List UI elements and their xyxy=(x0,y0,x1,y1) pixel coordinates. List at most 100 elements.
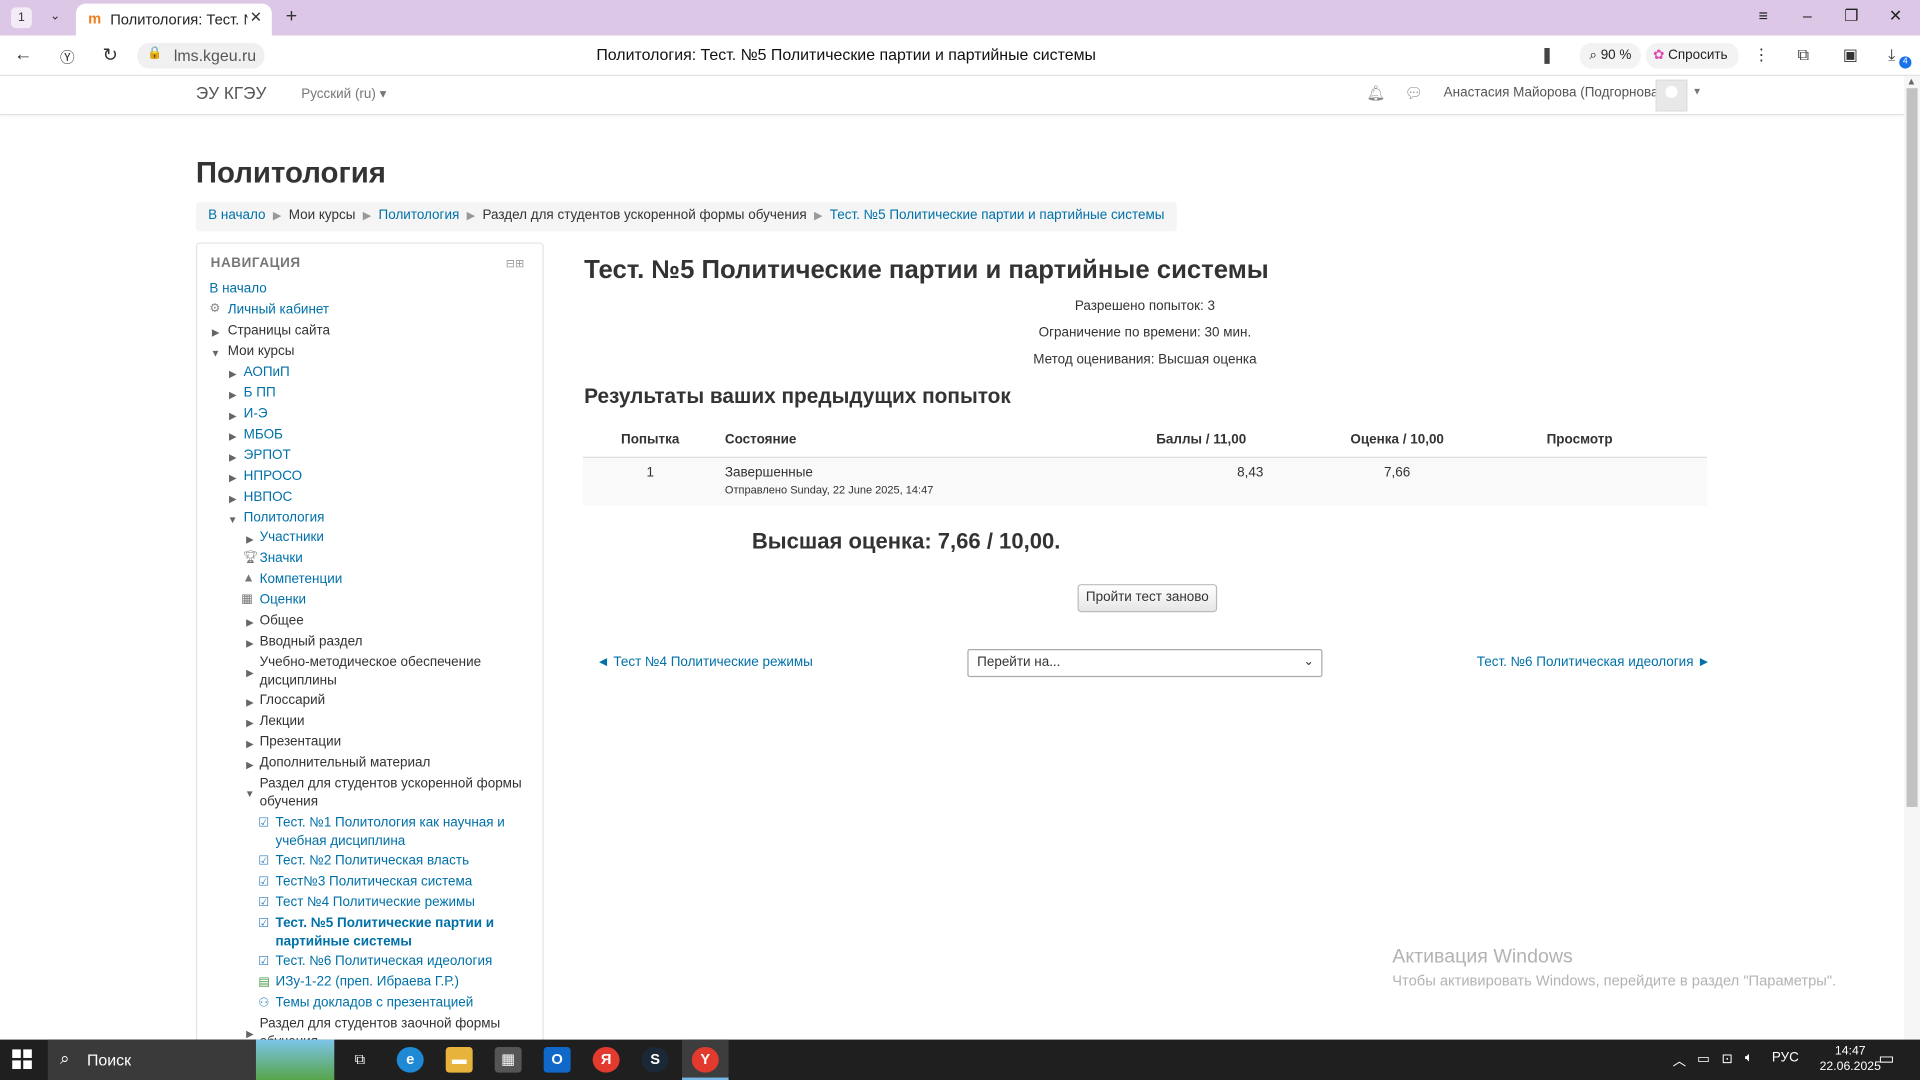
nav-extra-material[interactable]: Дополнительный материал xyxy=(260,754,431,772)
yandex-logo-icon[interactable]: Ⓨ xyxy=(55,47,79,68)
collapsed-arrow-icon[interactable]: ▶ xyxy=(246,759,254,770)
zoom-indicator[interactable]: ⌕ 90 % xyxy=(1579,42,1641,69)
breadcrumb-quiz[interactable]: Тест. №5 Политические партии и партийные… xyxy=(830,208,1165,223)
site-brand[interactable]: ЭУ КГЭУ xyxy=(196,83,266,103)
previous-activity-link[interactable]: ◄ Тест №4 Политические режимы xyxy=(596,655,813,670)
collapsed-arrow-icon[interactable]: ▶ xyxy=(229,493,237,504)
task-view-icon[interactable]: ⧉ xyxy=(347,1047,374,1073)
tab-list-chevron-icon[interactable]: ⌄ xyxy=(44,6,66,28)
nav-home[interactable]: В начало xyxy=(209,280,266,298)
nav-grades[interactable]: Оценки xyxy=(260,591,306,609)
tray-expand-icon[interactable]: ︿ xyxy=(1673,1051,1686,1071)
nav-participants[interactable]: Участники xyxy=(260,529,324,547)
breadcrumb-home[interactable]: В начало xyxy=(208,208,265,223)
more-vertical-icon[interactable]: ⋮ xyxy=(1753,45,1769,65)
nav-report-topics[interactable]: Темы докладов с презентацией xyxy=(276,994,474,1012)
yandex-icon[interactable]: Я xyxy=(592,1046,620,1073)
collections-icon[interactable]: ⧉ xyxy=(1798,45,1809,65)
nav-course-nproso[interactable]: НПРОСО xyxy=(244,468,302,486)
taskbar-search[interactable]: ⌕ Поиск xyxy=(47,1039,256,1080)
input-language[interactable]: РУС xyxy=(1772,1051,1799,1066)
nav-quiz-1[interactable]: Тест. №1 Политология как научная и учебн… xyxy=(276,814,509,851)
notifications-icon[interactable]: ▭ xyxy=(1878,1048,1894,1069)
nav-site-pages[interactable]: Страницы сайта xyxy=(228,322,330,340)
nav-quiz-6[interactable]: Тест. №6 Политическая идеология xyxy=(276,953,493,971)
extensions-icon[interactable]: ▣ xyxy=(1843,45,1858,65)
language-menu[interactable]: Русский (ru) ▾ xyxy=(301,86,386,102)
bookmark-icon[interactable]: ❚ xyxy=(1540,45,1553,65)
nav-quiz-5-current[interactable]: Тест. №5 Политические партии и партийные… xyxy=(276,915,509,952)
nav-course-ie[interactable]: И-Э xyxy=(244,405,268,423)
collapsed-arrow-icon[interactable]: ▶ xyxy=(246,697,254,708)
nav-assignment[interactable]: ИЗу-1-22 (преп. Ибраева Г.Р.) xyxy=(276,973,459,991)
nav-course-erpot[interactable]: ЭРПОТ xyxy=(244,447,291,465)
collapsed-arrow-icon[interactable]: ▶ xyxy=(246,718,254,729)
nav-presentations[interactable]: Презентации xyxy=(260,733,342,751)
collapsed-arrow-icon[interactable]: ▶ xyxy=(229,389,237,400)
nav-course-nvpos[interactable]: НВПОС xyxy=(244,489,293,507)
nav-badges[interactable]: Значки xyxy=(260,550,303,568)
collapsed-arrow-icon[interactable]: ▶ xyxy=(229,452,237,463)
outlook-icon[interactable]: O xyxy=(543,1046,571,1073)
collapsed-arrow-icon[interactable]: ▶ xyxy=(246,667,254,678)
back-arrow-icon[interactable]: ← xyxy=(11,44,35,65)
active-browser-task[interactable]: Y xyxy=(682,1039,729,1080)
retry-quiz-button[interactable]: Пройти тест заново xyxy=(1077,584,1218,613)
collapsed-arrow-icon[interactable]: ▶ xyxy=(212,327,220,338)
jump-to-select[interactable]: Перейти на... ⌄ xyxy=(967,648,1323,678)
url-field[interactable]: 🔒 lms.kgeu.ru xyxy=(137,42,265,69)
block-dock-icon[interactable]: ⊟⊞ xyxy=(506,257,524,270)
network-icon[interactable]: ⊡ xyxy=(1722,1051,1733,1067)
nav-quiz-3[interactable]: Тест№3 Политическая система xyxy=(276,873,473,891)
expanded-arrow-icon[interactable]: ▼ xyxy=(211,348,221,359)
tab-count-badge[interactable]: 1 xyxy=(11,7,32,29)
touchpad-icon[interactable]: ▭ xyxy=(1697,1051,1710,1067)
nav-my-courses[interactable]: Мои курсы xyxy=(228,343,295,361)
collapsed-arrow-icon[interactable]: ▶ xyxy=(229,473,237,484)
notifications-bell-icon[interactable]: 🔔︎ xyxy=(1367,84,1386,101)
nav-dashboard[interactable]: Личный кабинет xyxy=(228,301,329,319)
nav-intro-section[interactable]: Вводный раздел xyxy=(260,633,363,651)
windows-start-icon[interactable] xyxy=(12,1049,33,1070)
collapsed-arrow-icon[interactable]: ▶ xyxy=(246,638,254,649)
attempt-review[interactable] xyxy=(1452,456,1707,506)
collapsed-arrow-icon[interactable]: ▶ xyxy=(229,431,237,442)
nav-quiz-2[interactable]: Тест. №2 Политическая власть xyxy=(276,852,470,870)
restore-icon[interactable]: ❐ xyxy=(1839,6,1863,26)
browser-tab-active[interactable]: m Политология: Тест. №5 Политические пар… xyxy=(75,3,272,36)
nav-course-bpp[interactable]: Б ПП xyxy=(244,384,276,402)
browser-menu-icon[interactable]: ≡ xyxy=(1751,6,1775,24)
ask-ai-button[interactable]: ✿ Спросить xyxy=(1645,42,1739,69)
expanded-arrow-icon[interactable]: ▼ xyxy=(228,514,238,525)
taskbar-clock[interactable]: 14:47 22.06.2025 xyxy=(1820,1043,1881,1075)
minimize-icon[interactable]: – xyxy=(1795,6,1819,24)
downloads-icon[interactable]: ⤓ xyxy=(1888,45,1895,65)
nav-glossary[interactable]: Глоссарий xyxy=(260,692,326,710)
edge-icon[interactable]: e xyxy=(396,1046,424,1073)
tab-close-icon[interactable]: ✕ xyxy=(250,9,262,26)
scrollbar-thumb[interactable] xyxy=(1906,88,1918,807)
volume-icon[interactable]: 🔈︎ xyxy=(1745,1051,1753,1067)
nav-course-aopip[interactable]: АОПиП xyxy=(244,364,290,382)
new-tab-plus-icon[interactable]: + xyxy=(280,6,302,28)
collapsed-arrow-icon[interactable]: ▶ xyxy=(246,534,254,545)
collapsed-arrow-icon[interactable]: ▶ xyxy=(229,410,237,421)
nav-accelerated-section[interactable]: Раздел для студентов ускоренной формы об… xyxy=(260,775,523,812)
avatar[interactable] xyxy=(1655,79,1688,112)
nav-course-mbob[interactable]: МБОБ xyxy=(244,426,283,444)
collapsed-arrow-icon[interactable]: ▶ xyxy=(246,738,254,749)
user-name[interactable]: Анастасия Майорова (Подгорнова) xyxy=(1444,86,1663,101)
messages-icon[interactable]: 💬︎ xyxy=(1405,84,1424,101)
collapsed-arrow-icon[interactable]: ▶ xyxy=(246,617,254,628)
nav-lectures[interactable]: Лекции xyxy=(260,713,305,731)
nav-quiz-4[interactable]: Тест №4 Политические режимы xyxy=(276,894,475,912)
store-icon[interactable]: ▦ xyxy=(494,1046,522,1073)
collapsed-arrow-icon[interactable]: ▶ xyxy=(229,369,237,380)
window-close-icon[interactable]: ✕ xyxy=(1883,6,1907,26)
steam-icon[interactable]: S xyxy=(641,1046,669,1073)
expanded-arrow-icon[interactable]: ▼ xyxy=(245,789,255,800)
nav-course-politology[interactable]: Политология xyxy=(244,509,325,527)
reload-icon[interactable]: ↻ xyxy=(98,44,122,66)
next-activity-link[interactable]: Тест. №6 Политическая идеология ► xyxy=(1477,655,1711,670)
user-menu-caret-icon[interactable]: ▼ xyxy=(1692,86,1702,97)
